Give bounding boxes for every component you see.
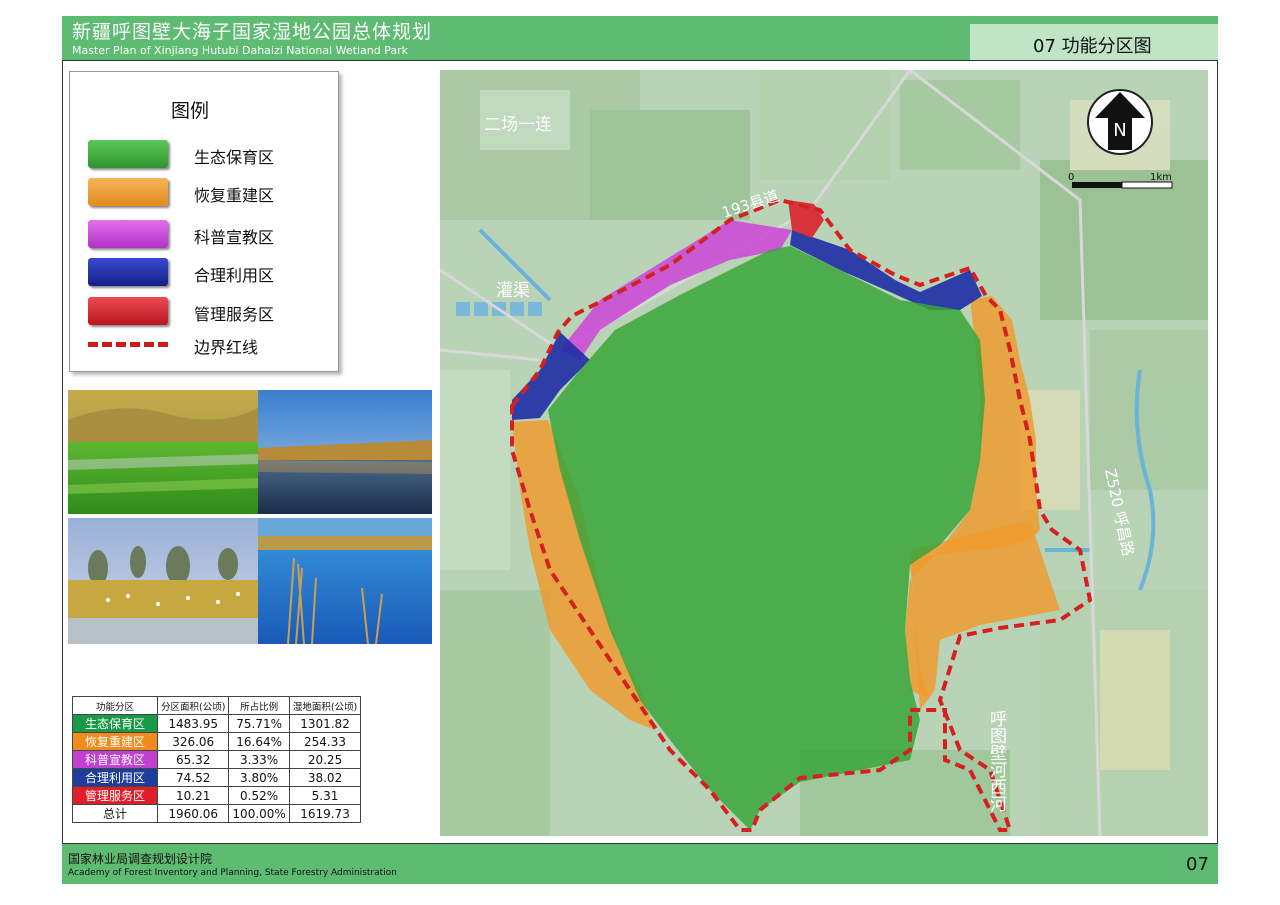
table-cell-total-area: 1960.06 — [156, 804, 230, 823]
svg-text:N: N — [1113, 120, 1126, 141]
footer-org-en: Academy of Forest Inventory and Planning… — [68, 868, 397, 878]
map-label-canal: 灌渠 — [496, 281, 530, 301]
table-header-row: 功能分区 分区面积(公顷) 所占比例 湿地面积(公顷) — [72, 696, 362, 715]
map-label-erchang: 二场一连 — [484, 115, 552, 135]
map-label-river: 呼图壁河西河 — [986, 710, 1007, 812]
table-header: 湿地面积(公顷) — [288, 696, 362, 715]
table-cell-total-ratio: 100.00% — [228, 804, 290, 823]
legend-swatch-conservation — [88, 140, 168, 168]
table-cell-ratio: 3.80% — [228, 768, 290, 787]
svg-text:1km: 1km — [1150, 172, 1172, 183]
legend-label-restoration: 恢复重建区 — [194, 186, 275, 205]
page-title-english: Master Plan of Xinjiang Hutubi Dahaizi N… — [72, 44, 408, 57]
legend-label-management: 管理服务区 — [194, 305, 275, 324]
table-cell-zone: 生态保育区 — [72, 714, 158, 733]
legend-swatch-education — [88, 220, 168, 248]
table-cell-area: 1483.95 — [156, 714, 230, 733]
table-cell-zone: 科普宣教区 — [72, 750, 158, 769]
table-cell-zone: 合理利用区 — [72, 768, 158, 787]
table-row: 生态保育区 1483.95 75.71% 1301.82 — [72, 714, 362, 733]
table-cell-ratio: 16.64% — [228, 732, 290, 751]
table-row: 合理利用区 74.52 3.80% 38.02 — [72, 768, 362, 787]
page-title: 新疆呼图壁大海子国家湿地公园总体规划 — [72, 21, 433, 43]
table-cell-ratio: 75.71% — [228, 714, 290, 733]
legend-label-boundary: 边界红线 — [194, 338, 259, 357]
table-cell-wetland: 254.33 — [288, 732, 362, 751]
table-cell-area: 65.32 — [156, 750, 230, 769]
legend-label-utilization: 合理利用区 — [194, 266, 275, 285]
page-number: 07 — [1186, 854, 1209, 875]
table-cell-total-label: 总计 — [72, 804, 158, 823]
legend-label-conservation: 生态保育区 — [194, 148, 275, 167]
table-cell-area: 74.52 — [156, 768, 230, 787]
table-cell-wetland: 20.25 — [288, 750, 362, 769]
table-cell-area: 326.06 — [156, 732, 230, 751]
function-zoning-map: 二场一连 193县道 灌渠 Z520 呼昌路 呼图壁河西河 N 0 1km — [440, 70, 1208, 836]
table-cell-wetland: 1301.82 — [288, 714, 362, 733]
photo-blue-water-reeds — [258, 518, 432, 644]
sheet-title: 07 功能分区图 — [1033, 36, 1152, 57]
table-row: 恢复重建区 326.06 16.64% 254.33 — [72, 732, 362, 751]
table-cell-wetland: 5.31 — [288, 786, 362, 805]
table-total-row: 总计 1960.06 100.00% 1619.73 — [72, 804, 362, 823]
table-cell-ratio: 3.33% — [228, 750, 290, 769]
legend-swatch-restoration — [88, 178, 168, 206]
svg-text:0: 0 — [1068, 172, 1074, 183]
table-cell-wetland: 38.02 — [288, 768, 362, 787]
table-header: 分区面积(公顷) — [156, 696, 230, 715]
legend-panel: 图例 生态保育区 恢复重建区 科普宣教区 合理利用区 管理服务区 边界红线 — [69, 71, 339, 372]
table-cell-total-wetland: 1619.73 — [288, 804, 362, 823]
footer-org-cn: 国家林业局调查规划设计院 — [68, 852, 213, 866]
table-row: 管理服务区 10.21 0.52% 5.31 — [72, 786, 362, 805]
table-row: 科普宣教区 65.32 3.33% 20.25 — [72, 750, 362, 769]
table-cell-zone: 恢复重建区 — [72, 732, 158, 751]
photo-birds-trees — [68, 518, 258, 644]
zone-area-table: 功能分区 分区面积(公顷) 所占比例 湿地面积(公顷) 生态保育区 1483.9… — [72, 696, 362, 823]
photo-lake-reeds — [258, 390, 432, 514]
photo-grassland — [68, 390, 258, 514]
legend-label-education: 科普宣教区 — [194, 228, 275, 247]
legend-boundary-line — [88, 342, 168, 347]
footer-band — [62, 844, 1218, 884]
legend-swatch-utilization — [88, 258, 168, 286]
table-header: 所占比例 — [228, 696, 290, 715]
table-cell-zone: 管理服务区 — [72, 786, 158, 805]
legend-title: 图例 — [170, 100, 209, 122]
table-cell-area: 10.21 — [156, 786, 230, 805]
table-cell-ratio: 0.52% — [228, 786, 290, 805]
legend-swatch-management — [88, 297, 168, 325]
table-header: 功能分区 — [72, 696, 158, 715]
north-arrow-icon: N — [1087, 89, 1153, 155]
